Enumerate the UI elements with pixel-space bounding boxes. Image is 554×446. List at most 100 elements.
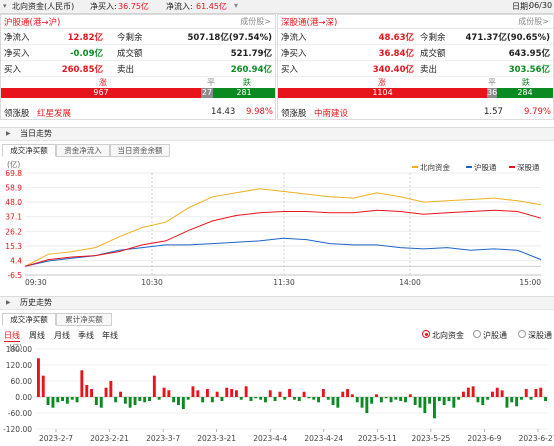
dropdown-arrow-icon[interactable]: ▾ [234,1,238,10]
chart-lines [24,188,542,267]
radio-shanghai[interactable] [473,330,481,338]
bar [143,397,147,403]
bar [360,397,364,408]
bar [394,397,398,400]
radio-label: 深股通 [528,331,552,340]
history-section-header[interactable]: ▶ 历史走势 [0,296,554,310]
history-tabs: 成交净买额 累计净买额 [0,313,554,326]
row-label: 买入 [281,65,299,75]
period-weekly[interactable]: 周线 [29,330,45,341]
panel-title: 沪股通(港→沪) [4,18,61,28]
period-yearly[interactable]: 年线 [102,330,118,341]
row-label: 净买入 [4,49,30,59]
tab-balance[interactable]: 当日资金余额 [110,144,170,157]
bar [167,390,171,397]
period-monthly[interactable]: 月线 [54,330,70,341]
row-value: -0.09亿 [70,49,103,59]
x-tick-label: 2023-6-27 [519,434,554,443]
row-label: 成交额 [117,49,143,59]
bar [152,375,156,397]
down-label: 跌 [243,78,251,87]
bar [177,397,180,405]
leader-row: 领涨股 红星发展 14.43 9.98% [1,105,275,119]
x-tick-label: 2023-3-21 [197,434,236,443]
shenzhen-connect-panel: 深股通(港→深) 成份股> 净流入 48.63亿 今剩余 471.37亿(90.… [277,14,554,120]
bar [90,389,93,397]
chart-grid [25,172,541,276]
x-tick-label: 2023-4-4 [253,434,287,443]
constituents-link[interactable]: 成份股> [240,16,271,27]
intraday-section-header[interactable]: ▶ 当日走势 [0,127,554,141]
bar [41,375,45,397]
bar [172,397,176,403]
breadth-labels: 涨 平 跌 [1,77,275,87]
leader-stock-link[interactable]: 中南建设 [314,107,348,119]
bar [206,389,209,397]
tab-net-inflow[interactable]: 资金净流入 [56,144,110,157]
tab-cumulative[interactable]: 累计净买额 [56,313,112,326]
row-label: 卖出 [117,65,135,75]
y-tick-label: -120.00 [3,425,32,434]
bar [437,397,441,401]
bar [94,397,98,405]
row-value: 471.37亿(90.65%) [465,33,550,43]
bar [524,389,528,397]
constituents-link[interactable]: 成份股> [518,16,549,27]
y-tick-label: 37.1 [5,213,22,222]
bar [476,397,480,403]
bar [341,391,345,397]
y-tick-label: 15.3 [5,242,22,251]
bar [259,397,263,400]
y-unit-label: (亿) [7,159,20,169]
bar [418,397,422,408]
leader-row: 领涨股 中南建设 1.57 9.79% [278,105,553,119]
collapse-triangle-icon[interactable]: ▶ [6,299,11,306]
bar [80,370,84,397]
bar [297,397,301,401]
tab-net-buy[interactable]: 成交净买额 [2,144,56,157]
stats-row: 净流入 12.82亿 今剩余 507.18亿(97.54%) [1,29,275,45]
bar [239,397,243,400]
y-tick-label: 69.8 [5,169,22,178]
bar [399,397,403,401]
up-bar: 967 [1,88,201,98]
collapse-arrow-icon[interactable]: ▾ [3,2,7,10]
date-value: 06/30 [529,1,553,10]
bar [225,387,229,397]
collapse-triangle-icon[interactable]: ▶ [6,130,11,137]
bar [515,397,519,407]
bar [201,397,205,403]
bar [133,397,137,405]
flat-label: 平 [488,78,496,87]
flat-bar: 36 [487,88,498,98]
bar [379,397,383,403]
chart-bars [37,358,547,419]
bar [336,397,340,408]
row-value: 48.63亿 [378,33,414,43]
radio-shenzhen[interactable] [518,330,526,338]
bar [331,397,335,405]
bar [312,397,316,400]
history-chart: (亿) -120.00-60.000.0060.00120.00180.0020… [3,342,554,443]
bar [46,397,50,405]
bar [65,397,69,404]
bar [215,391,219,397]
bar [462,391,465,397]
leader-stock-link[interactable]: 红星发展 [37,107,71,119]
bar [114,397,118,403]
stats-row: 净流入 48.63亿 今剩余 471.37亿(90.65%) [278,29,553,45]
y-tick-label: 180.00 [6,345,32,354]
row-label: 买入 [4,65,22,75]
flat-label: 平 [207,78,215,87]
radio-northbound[interactable] [422,330,430,338]
bar [529,397,533,400]
bar [375,394,378,397]
period-quarterly[interactable]: 季线 [78,330,94,341]
tab-net-buy-history[interactable]: 成交净买额 [2,313,56,326]
radio-label: 北向资金 [432,331,464,340]
bar [157,397,161,400]
series-line [24,237,542,267]
bar [447,397,451,401]
radio-label: 沪股通 [483,331,507,340]
bar [408,394,412,397]
